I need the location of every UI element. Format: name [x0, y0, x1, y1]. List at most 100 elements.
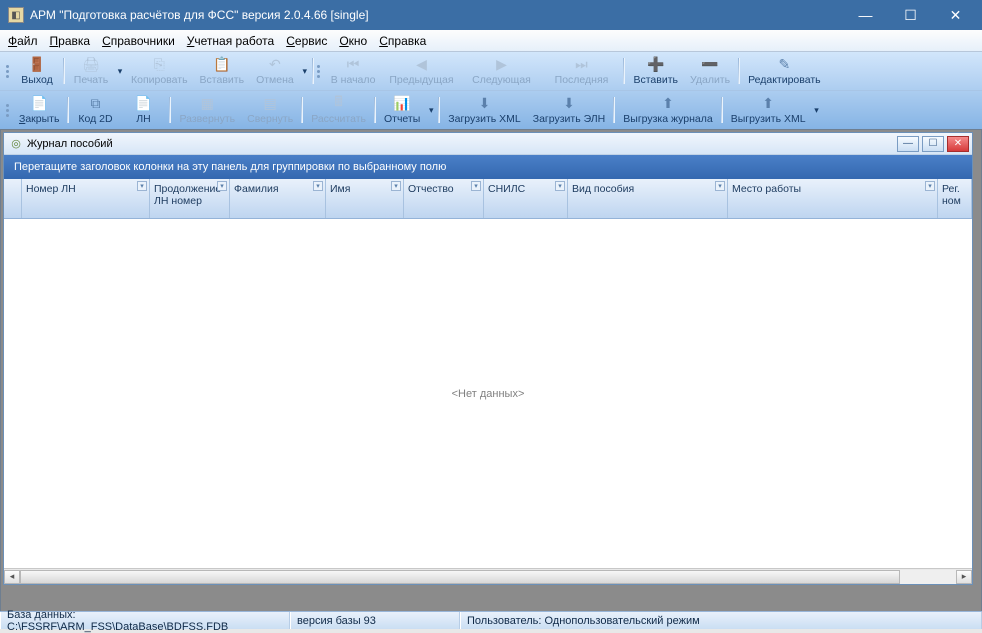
toolbar-separator — [67, 97, 69, 123]
col-reg-number[interactable]: Рег. ном — [938, 179, 972, 218]
reports-button[interactable]: 📊Отчеты — [378, 93, 426, 127]
import-icon: ⬇ — [477, 95, 493, 111]
filter-icon[interactable]: ▾ — [313, 181, 323, 191]
scroll-right-button[interactable]: ▸ — [956, 570, 972, 584]
col-surname[interactable]: Фамилия▾ — [230, 179, 326, 218]
menu-accounting[interactable]: Учетная работа — [187, 34, 274, 48]
col-ln-number[interactable]: Номер ЛН▾ — [22, 179, 150, 218]
reports-dropdown[interactable]: ▾ — [426, 93, 436, 127]
first-button[interactable]: ⏮В начало — [325, 54, 382, 88]
filter-icon[interactable]: ▾ — [555, 181, 565, 191]
filter-icon[interactable]: ▾ — [391, 181, 401, 191]
titlebar: ◧ АРМ "Подготовка расчётов для ФСС" верс… — [0, 0, 982, 30]
filter-icon[interactable]: ▾ — [217, 181, 227, 191]
last-button[interactable]: ⏭Последняя — [541, 54, 621, 88]
horizontal-scrollbar[interactable]: ◂ ▸ — [4, 568, 972, 584]
paste-icon: 📋 — [214, 56, 230, 72]
col-workplace[interactable]: Место работы▾ — [728, 179, 938, 218]
exit-button[interactable]: 🚪Выход — [13, 54, 61, 88]
child-minimize-button[interactable]: — — [897, 136, 919, 152]
menu-file[interactable]: Файл — [8, 34, 38, 48]
child-close-button[interactable]: ✕ — [947, 136, 969, 152]
toolbar-grip[interactable] — [316, 56, 322, 86]
export-xml-dropdown[interactable]: ▾ — [812, 93, 822, 127]
filter-icon[interactable]: ▾ — [137, 181, 147, 191]
scroll-track[interactable] — [20, 570, 956, 584]
maximize-button[interactable]: ☐ — [888, 1, 933, 29]
next-button[interactable]: ▶Следующая — [461, 54, 541, 88]
toolbar-area: 🚪Выход 🖨Печать ▾ ⎘Копировать 📋Вставить ↶… — [0, 52, 982, 129]
group-by-panel[interactable]: Перетащите заголовок колонки на эту пане… — [4, 155, 972, 179]
filter-icon[interactable]: ▾ — [471, 181, 481, 191]
paste-button[interactable]: 📋Вставить — [194, 54, 251, 88]
col-name[interactable]: Имя▾ — [326, 179, 404, 218]
menu-edit[interactable]: Правка — [50, 34, 91, 48]
report-icon: 📊 — [394, 95, 410, 111]
col-patronymic[interactable]: Отчество▾ — [404, 179, 484, 218]
edit-record-button[interactable]: ✎Редактировать — [742, 54, 827, 88]
menu-window[interactable]: Окно — [339, 34, 367, 48]
grid-body[interactable]: <Нет данных> — [4, 219, 972, 568]
toolbar-separator — [301, 97, 303, 123]
calc-button[interactable]: 🖩Рассчитать — [305, 93, 372, 127]
export-xml-button[interactable]: ⬆Выгрузить XML — [725, 93, 812, 127]
export-icon: ⬆ — [760, 95, 776, 111]
toolbar-grip[interactable] — [4, 56, 10, 86]
close-button[interactable]: ✕ — [933, 1, 978, 29]
delete-button[interactable]: ➖Удалить — [684, 54, 736, 88]
toolbar-separator — [613, 97, 615, 123]
minus-icon: ➖ — [702, 56, 718, 72]
journal-titlebar[interactable]: ◎ Журнал пособий — ☐ ✕ — [4, 133, 972, 155]
status-db-version: версия базы 93 — [290, 612, 460, 629]
menu-references[interactable]: Справочники — [102, 34, 175, 48]
printer-icon: 🖨 — [83, 56, 99, 72]
prev-icon: ◀ — [413, 56, 429, 72]
status-user: Пользователь: Однопользовательский режим — [460, 612, 982, 629]
export-log-button[interactable]: ⬆Выгрузка журнала — [617, 93, 718, 127]
toolbar-separator — [312, 58, 314, 84]
prev-button[interactable]: ◀Предыдущая — [381, 54, 461, 88]
plus-icon: ➕ — [648, 56, 664, 72]
load-xml-button[interactable]: ⬇Загрузить XML — [442, 93, 526, 127]
menu-help[interactable]: Справка — [379, 34, 426, 48]
expand-button[interactable]: ▦Развернуть — [173, 93, 241, 127]
ln-button[interactable]: 📄ЛН — [119, 93, 167, 127]
col-benefit-type[interactable]: Вид пособия▾ — [568, 179, 728, 218]
code2d-button[interactable]: ⧉Код 2D — [71, 93, 119, 127]
journal-window: ◎ Журнал пособий — ☐ ✕ Перетащите заголо… — [3, 132, 973, 585]
scroll-thumb[interactable] — [20, 570, 900, 584]
filter-icon[interactable]: ▾ — [715, 181, 725, 191]
copy-button[interactable]: ⎘Копировать — [125, 54, 194, 88]
col-continuation[interactable]: Продолжение ЛН номер▾ — [150, 179, 230, 218]
insert-button[interactable]: ➕Вставить — [627, 54, 684, 88]
toolbar-separator — [374, 97, 376, 123]
toolbar-grip[interactable] — [4, 95, 10, 125]
minimize-button[interactable]: — — [843, 1, 888, 29]
load-eln-button[interactable]: ⬇Загрузить ЭЛН — [527, 93, 612, 127]
scroll-left-button[interactable]: ◂ — [4, 570, 20, 584]
journal-title: Журнал пособий — [27, 138, 894, 150]
undo-button[interactable]: ↶Отмена — [250, 54, 300, 88]
undo-dropdown[interactable]: ▾ — [300, 54, 310, 88]
toolbar-separator — [63, 58, 65, 84]
mdi-workspace: ◎ Журнал пособий — ☐ ✕ Перетащите заголо… — [0, 129, 982, 629]
collapse-button[interactable]: ▤Свернуть — [241, 93, 299, 127]
journal-icon: ◎ — [9, 137, 23, 151]
undo-icon: ↶ — [267, 56, 283, 72]
print-dropdown[interactable]: ▾ — [115, 54, 125, 88]
expand-icon: ▦ — [199, 95, 215, 111]
menu-service[interactable]: Сервис — [286, 34, 327, 48]
calc-icon: 🖩 — [331, 95, 347, 111]
toolbar-row-2: 📄Закрыть ⧉Код 2D 📄ЛН ▦Развернуть ▤Сверну… — [0, 90, 982, 129]
toolbar-separator — [169, 97, 171, 123]
statusbar: База данных: C:\FSSRF\ARM_FSS\DataBase\B… — [0, 611, 982, 629]
col-snils[interactable]: СНИЛС▾ — [484, 179, 568, 218]
print-button[interactable]: 🖨Печать — [67, 54, 115, 88]
status-db: База данных: C:\FSSRF\ARM_FSS\DataBase\B… — [0, 612, 290, 629]
last-icon: ⏭ — [573, 56, 589, 72]
toolbar-separator — [623, 58, 625, 84]
close-child-button[interactable]: 📄Закрыть — [13, 93, 65, 127]
child-maximize-button[interactable]: ☐ — [922, 136, 944, 152]
barcode-icon: ⧉ — [87, 95, 103, 111]
filter-icon[interactable]: ▾ — [925, 181, 935, 191]
